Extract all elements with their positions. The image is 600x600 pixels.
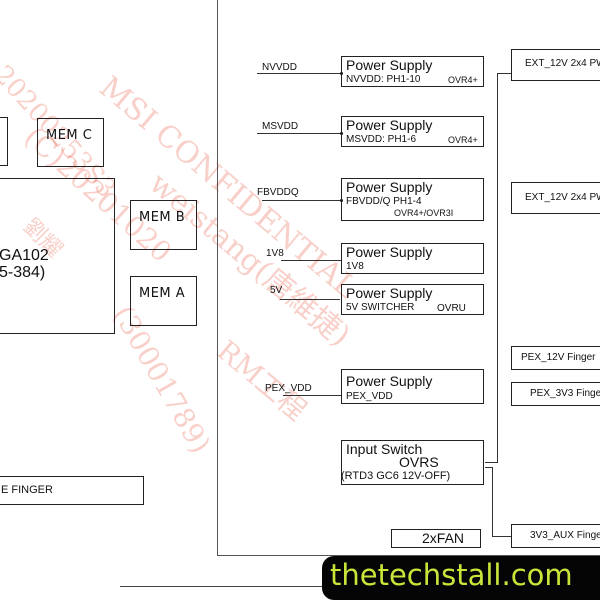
gpu-bus: 5-384) bbox=[0, 264, 46, 281]
watermark-dept: RM工程 bbox=[210, 333, 313, 428]
site-branding-banner: thetechstall.com bbox=[322, 556, 600, 600]
rail-line-fbvddq bbox=[262, 200, 342, 201]
connector-label: EXT_12V 2x4 PW bbox=[525, 192, 600, 203]
connector-label: PEX_12V Finger bbox=[521, 352, 596, 363]
watermark-confidential: MSI CONFIDENTIAL bbox=[92, 70, 364, 306]
ps-title: Power Supply bbox=[346, 179, 433, 195]
connector-ext12v-2: EXT_12V 2x4 PW bbox=[511, 182, 600, 214]
gpu-box: GA102 5-384) bbox=[0, 178, 115, 334]
page-bottom-line bbox=[120, 586, 330, 587]
connector-pex-3v3: PEX_3V3 Finger bbox=[511, 382, 600, 406]
bus-line-ext12v-top bbox=[497, 73, 511, 74]
ps-sub: 5V SWITCHER bbox=[346, 302, 415, 313]
ps-title: Power Supply bbox=[346, 57, 433, 73]
rail-line-pex-vdd bbox=[283, 395, 341, 396]
connector-3v3-aux: 3V3_AUX Finger bbox=[511, 524, 600, 548]
connector-label: PEX_3V3 Finger bbox=[530, 388, 600, 399]
rail-label-nvvdd: NVVDD bbox=[262, 62, 298, 73]
fan-label: 2xFAN bbox=[422, 530, 465, 546]
connector-label: EXT_12V 2x4 PW bbox=[525, 58, 600, 69]
mem-box-partial bbox=[0, 117, 8, 166]
input-switch-ovrs: OVRS bbox=[399, 454, 439, 470]
ps-tag: OVR4+/OVR3I bbox=[394, 208, 454, 218]
rail-label-1v8: 1V8 bbox=[266, 248, 284, 259]
rail-label-msvdd: MSVDD bbox=[262, 121, 299, 132]
gpu-name: GA102 bbox=[0, 247, 49, 264]
rail-label-fbvddq: FBVDDQ bbox=[257, 187, 299, 198]
pcie-finger-box: E FINGER bbox=[0, 476, 144, 505]
ps-title: Power Supply bbox=[346, 285, 433, 301]
ps-sub: MSVDD: PH1-6 bbox=[346, 134, 417, 145]
bus-line-3v3aux-bottom bbox=[492, 536, 511, 537]
ps-sub: 1V8 bbox=[346, 261, 364, 272]
ps-tag: OVR4+ bbox=[448, 135, 478, 145]
site-branding-text: thetechstall.com bbox=[330, 558, 573, 592]
ps-sub: FBVDD/Q PH1-4 bbox=[346, 196, 422, 207]
power-supply-5v: Power Supply 5V SWITCHER OVRU bbox=[341, 284, 484, 315]
ps-title: Power Supply bbox=[346, 373, 433, 389]
ps-title: Power Supply bbox=[346, 244, 433, 260]
rail-line-1v8 bbox=[281, 260, 341, 261]
connector-label: 3V3_AUX Finger bbox=[530, 530, 600, 541]
ps-tag: OVR4+ bbox=[448, 75, 478, 85]
power-supply-nvvdd: Power Supply NVVDD: PH1-10 OVR4+ bbox=[341, 56, 484, 87]
ps-title: Power Supply bbox=[346, 117, 433, 133]
rail-line-5v bbox=[280, 299, 340, 300]
connector-ext12v-1: EXT_12V 2x4 PW bbox=[511, 49, 600, 81]
pcie-finger-label: E FINGER bbox=[1, 484, 53, 496]
mem-a-label: MEM A bbox=[139, 286, 186, 301]
gpu-label: GA102 5-384) bbox=[0, 247, 49, 281]
rail-line-nvvdd bbox=[257, 73, 342, 74]
power-supply-pex-vdd: Power Supply PEX_VDD bbox=[341, 369, 484, 404]
bus-line-3v3aux-top bbox=[485, 467, 493, 468]
power-supply-fbvddq: Power Supply FBVDD/Q PH1-4 OVR4+/OVR3I bbox=[341, 178, 484, 221]
input-switch-box: Input Switch OVRS (RTD3 GC6 12V-OFF) bbox=[341, 440, 484, 485]
ps-tag: OVRU bbox=[437, 303, 466, 314]
bus-line-ext12v-bottom bbox=[485, 462, 498, 463]
ps-sub: NVVDD: PH1-10 bbox=[346, 74, 421, 85]
rail-label-pex-vdd: PEX_VDD bbox=[265, 383, 312, 394]
power-supply-1v8: Power Supply 1V8 bbox=[341, 243, 484, 274]
ps-sub: PEX_VDD bbox=[346, 391, 393, 402]
power-supply-msvdd: Power Supply MSVDD: PH1-6 OVR4+ bbox=[341, 116, 484, 147]
fan-box: 2xFAN bbox=[391, 529, 481, 548]
mem-c-box: MEM C bbox=[37, 118, 104, 167]
bus-line-3v3aux bbox=[492, 467, 493, 536]
rail-label-5v: 5V bbox=[270, 285, 283, 296]
mem-c-label: MEM C bbox=[46, 128, 93, 143]
rail-line-msvdd bbox=[257, 133, 342, 134]
input-switch-note: (RTD3 GC6 12V-OFF) bbox=[341, 470, 451, 482]
mem-b-box: MEM B bbox=[130, 200, 197, 250]
connector-pex-12v: PEX_12V Finger bbox=[511, 346, 600, 370]
mem-b-label: MEM B bbox=[139, 210, 186, 225]
mem-a-box: MEM A bbox=[130, 276, 197, 326]
section-divider-vertical bbox=[217, 0, 218, 556]
bus-line-ext12v bbox=[497, 73, 498, 463]
